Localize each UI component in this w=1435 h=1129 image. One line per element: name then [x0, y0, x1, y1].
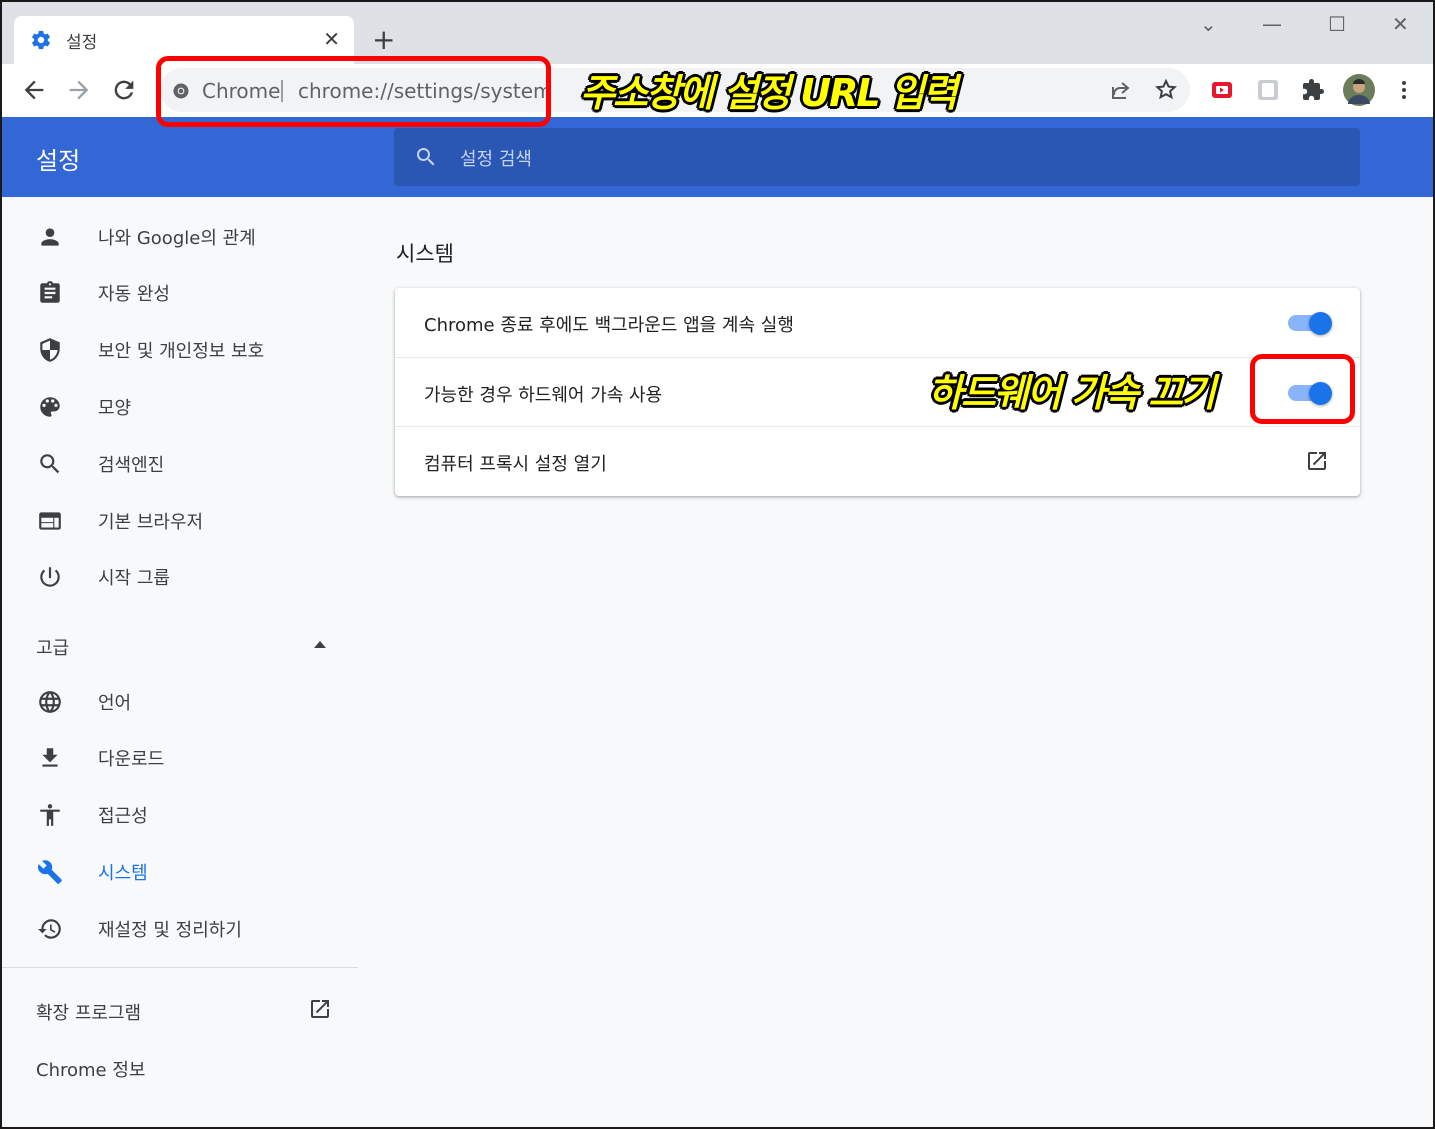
background-apps-row[interactable]: Chrome 종료 후에도 백그라운드 앱을 계속 실행	[395, 288, 1360, 357]
sidebar-item-privacy[interactable]: 보안 및 개인정보 보호	[2, 326, 358, 374]
tab-strip: 설정 ✕ + ⌄ — ☐ ✕	[2, 2, 1433, 64]
section-title: 시스템	[396, 242, 454, 266]
sidebar-item-appearance[interactable]: 모양	[2, 383, 358, 431]
history-icon	[38, 919, 61, 939]
hardware-acceleration-row[interactable]: 가능한 경우 하드웨어 가속 사용	[395, 357, 1360, 426]
sidebar-item-you-and-google[interactable]: 나와 Google의 관계	[2, 213, 358, 261]
clipboard-icon	[40, 281, 60, 303]
sidebar-item-label: 다운로드	[98, 749, 165, 770]
wrench-icon	[38, 860, 62, 884]
avatar[interactable]	[1343, 74, 1375, 106]
toggle-knob	[1309, 312, 1332, 335]
minimize-button[interactable]: —	[1262, 12, 1282, 36]
tab-close-icon[interactable]: ✕	[323, 28, 340, 50]
shield-icon	[40, 338, 60, 362]
new-tab-button[interactable]: +	[372, 26, 395, 54]
sidebar-item-label: 시스템	[98, 863, 148, 884]
sidebar-item-label: 기본 브라우저	[98, 512, 204, 533]
gear-icon	[32, 30, 50, 50]
sidebar-item-on-startup[interactable]: 시작 그룹	[2, 553, 358, 601]
sidebar: 나와 Google의 관계 자동 완성 보안 및 개인정보 보호 모양 검색엔진…	[2, 197, 358, 1127]
collapse-arrow-icon[interactable]	[314, 641, 326, 648]
sidebar-item-label: 검색엔진	[98, 455, 165, 476]
reload-icon[interactable]	[110, 76, 138, 104]
row-label: Chrome 종료 후에도 백그라운드 앱을 계속 실행	[424, 315, 794, 336]
proxy-settings-row[interactable]: 컴퓨터 프록시 설정 열기	[395, 426, 1360, 495]
sidebar-item-system[interactable]: 시스템	[2, 848, 358, 896]
sidebar-item-autofill[interactable]: 자동 완성	[2, 269, 358, 317]
open-in-new-icon[interactable]	[1305, 449, 1329, 473]
sidebar-item-reset[interactable]: 재설정 및 정리하기	[2, 905, 358, 953]
person-icon	[41, 228, 59, 246]
address-bar-highlight	[156, 56, 551, 127]
forward-arrow-icon[interactable]	[65, 76, 93, 104]
puzzle-extensions-icon[interactable]	[1301, 78, 1325, 102]
share-icon[interactable]	[1108, 78, 1132, 102]
globe-icon	[39, 691, 61, 713]
sidebar-item-default-browser[interactable]: 기본 브라우저	[2, 497, 358, 545]
extension-profile-icon[interactable]	[1256, 78, 1280, 102]
address-bar-annotation: 주소창에 설정 URL 입력	[580, 71, 958, 115]
toggle-annotation: 하드웨어 가속 끄기	[928, 371, 1216, 415]
row-label: 컴퓨터 프록시 설정 열기	[424, 454, 607, 475]
sidebar-item-label: 나와 Google의 관계	[98, 228, 256, 249]
open-in-new-icon[interactable]	[308, 997, 332, 1021]
palette-icon	[40, 397, 60, 417]
sidebar-item-label: 모양	[98, 398, 132, 419]
browser-icon	[39, 512, 61, 530]
sidebar-item-label: 보안 및 개인정보 보호	[98, 341, 265, 362]
sidebar-item-downloads[interactable]: 다운로드	[2, 734, 358, 782]
bookmark-star-icon[interactable]	[1154, 78, 1178, 102]
settings-header: 설정 설정 검색	[2, 117, 1433, 197]
row-label: 가능한 경우 하드웨어 가속 사용	[424, 385, 663, 406]
more-menu-icon[interactable]	[1392, 78, 1416, 102]
search-icon	[40, 454, 60, 474]
tab-search-icon[interactable]: ⌄	[1200, 12, 1217, 36]
accessibility-icon	[40, 804, 60, 826]
download-icon	[42, 748, 58, 767]
sidebar-item-search-engine[interactable]: 검색엔진	[2, 440, 358, 488]
sidebar-item-label: 시작 그룹	[98, 568, 170, 589]
search-icon	[417, 148, 435, 166]
page-title: 설정	[36, 147, 81, 175]
maximize-button[interactable]: ☐	[1328, 12, 1346, 36]
settings-search-input[interactable]: 설정 검색	[394, 128, 1360, 186]
sidebar-item-label: 재설정 및 정리하기	[98, 920, 242, 941]
sidebar-divider	[2, 967, 358, 968]
toggle-highlight	[1250, 354, 1355, 424]
browser-window: 설정 ✕ + ⌄ — ☐ ✕ Chrome chrome://settings/…	[0, 0, 1435, 1129]
extension-video-icon[interactable]	[1210, 78, 1234, 102]
sidebar-item-about-chrome[interactable]: Chrome 정보	[36, 1056, 145, 1082]
sidebar-item-label: 언어	[98, 693, 132, 714]
advanced-section-label[interactable]: 고급	[36, 634, 69, 660]
system-settings-card: Chrome 종료 후에도 백그라운드 앱을 계속 실행 가능한 경우 하드웨어…	[395, 288, 1360, 496]
background-apps-toggle[interactable]	[1288, 312, 1332, 335]
back-arrow-icon[interactable]	[20, 76, 48, 104]
close-window-button[interactable]: ✕	[1392, 12, 1409, 36]
search-placeholder: 설정 검색	[460, 149, 532, 170]
sidebar-item-extensions[interactable]: 확장 프로그램	[36, 999, 141, 1025]
sidebar-item-languages[interactable]: 언어	[2, 678, 358, 726]
sidebar-item-accessibility[interactable]: 접근성	[2, 791, 358, 839]
tab-title: 설정	[66, 32, 98, 53]
power-icon	[40, 567, 60, 587]
sidebar-item-label: 접근성	[98, 806, 148, 827]
sidebar-item-label: 자동 완성	[98, 284, 170, 305]
